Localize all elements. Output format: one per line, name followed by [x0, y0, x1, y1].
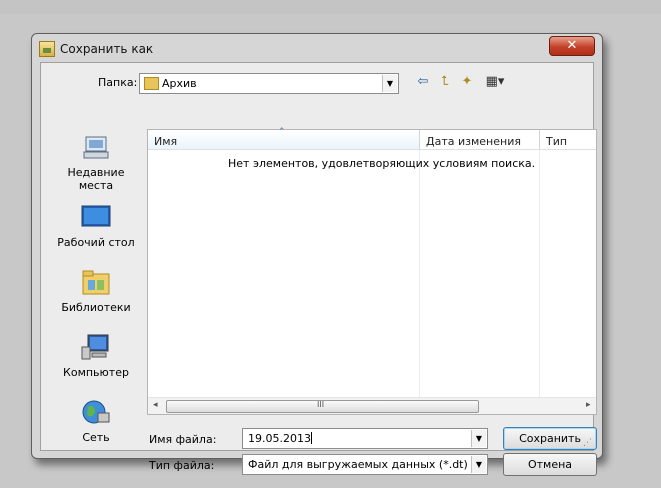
place-label: Рабочий стол [57, 236, 135, 249]
place-libraries[interactable]: Библиотеки [55, 268, 137, 314]
cancel-button[interactable]: Отмена [503, 453, 597, 476]
back-arrow-icon[interactable]: ⇦ [413, 73, 433, 91]
view-menu-icon[interactable]: ▦▾ [481, 73, 509, 91]
column-divider [419, 150, 420, 398]
chevron-down-icon[interactable]: ▼ [471, 456, 486, 473]
background-strip [0, 0, 661, 14]
close-button[interactable]: ✕ [549, 36, 595, 56]
save-as-dialog: Сохранить как ✕ Папка: Архив ▼ ⇦ ⮤ ✦ ▦▾ [31, 33, 603, 476]
desktop-icon [80, 203, 112, 233]
sort-up-icon: ⌃ [278, 127, 286, 137]
column-header-name[interactable]: ⌃ Имя [148, 127, 420, 150]
scroll-thumb[interactable]: III [166, 400, 479, 413]
horizontal-scrollbar[interactable]: ◂ III ▸ [148, 397, 596, 414]
computer-icon [80, 333, 112, 363]
up-folder-icon[interactable]: ⮤ [435, 73, 455, 91]
column-header-date[interactable]: Дата изменения [420, 130, 540, 150]
file-list[interactable]: ⌃ Имя Дата изменения Тип Нет элементов, … [147, 127, 597, 415]
network-icon [80, 398, 112, 428]
column-divider [539, 150, 540, 398]
place-desktop[interactable]: Рабочий стол [55, 203, 137, 249]
filetype-value: Файл для выгружаемых данных (*.dt) [248, 458, 468, 471]
place-label: Недавние места [67, 166, 125, 192]
scroll-grip-icon: III [317, 400, 325, 409]
scroll-right-icon[interactable]: ▸ [586, 400, 591, 410]
window-title: Сохранить как [60, 42, 154, 56]
folder-combobox[interactable]: Архив ▼ [139, 73, 399, 94]
filename-value: 19.05.2013 [248, 432, 311, 445]
place-label: Компьютер [63, 366, 129, 379]
place-network[interactable]: Сеть [55, 398, 137, 444]
chevron-down-icon[interactable]: ▼ [382, 75, 397, 92]
place-label: Сеть [82, 431, 110, 444]
libraries-icon [80, 268, 112, 298]
new-folder-icon[interactable]: ✦ [457, 73, 477, 91]
place-computer[interactable]: Компьютер [55, 333, 137, 379]
filename-input[interactable]: 19.05.2013 ▼ [242, 428, 488, 449]
column-header-label: Тип [546, 135, 568, 148]
empty-list-message: Нет элементов, удовлетворяющих условиям … [228, 157, 536, 170]
place-label: Библиотеки [61, 301, 131, 314]
dialog-body: Папка: Архив ▼ ⇦ ⮤ ✦ ▦▾ Недавние места Р… [40, 62, 597, 476]
place-recent[interactable]: Недавние места [55, 133, 137, 192]
column-header-label: Имя [154, 135, 178, 148]
scroll-left-icon[interactable]: ◂ [153, 400, 158, 410]
filename-label: Имя файла: [149, 433, 217, 446]
folder-icon [144, 77, 159, 90]
title-bar[interactable]: Сохранить как ✕ [32, 34, 602, 62]
column-header-type[interactable]: Тип [540, 130, 596, 150]
resize-grip-icon[interactable]: ⋰ [583, 438, 592, 448]
text-cursor [310, 432, 312, 444]
folder-label: Папка: [98, 76, 138, 89]
filetype-select[interactable]: Файл для выгружаемых данных (*.dt) ▼ [242, 454, 488, 475]
save-picture-icon [39, 41, 55, 57]
filetype-label: Тип файла: [149, 459, 215, 472]
recent-places-icon [80, 133, 112, 163]
column-header-label: Дата изменения [426, 135, 521, 148]
chevron-down-icon[interactable]: ▼ [471, 430, 486, 447]
folder-value: Архив [162, 77, 197, 90]
